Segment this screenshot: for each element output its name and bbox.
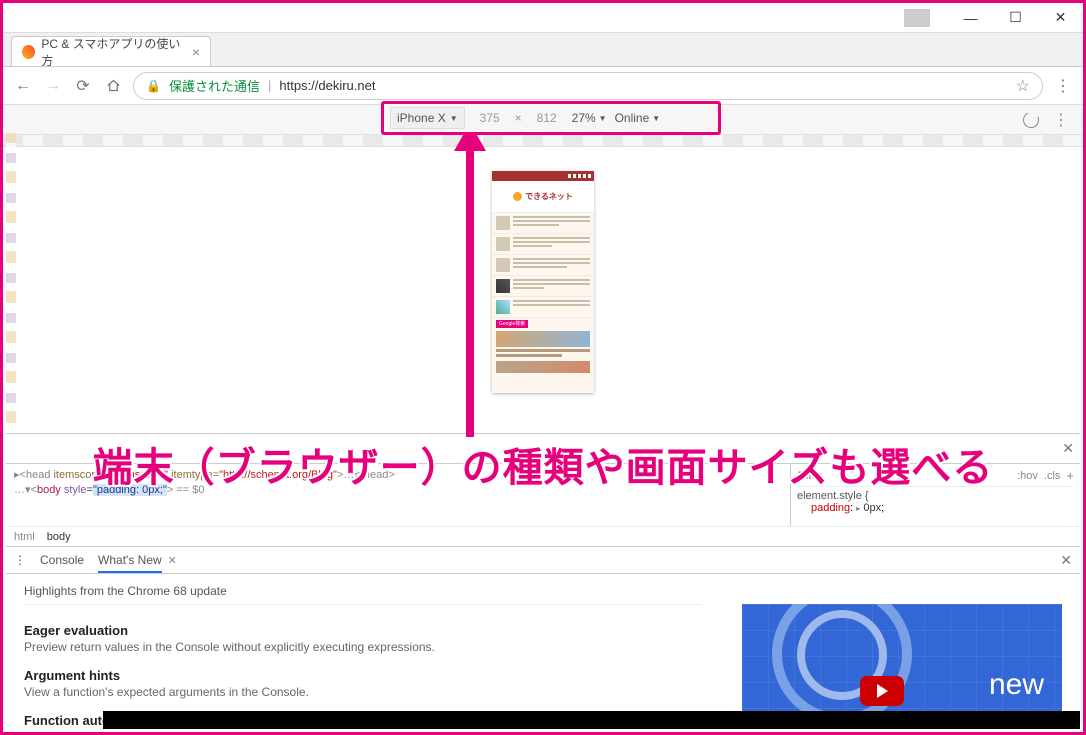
device-height-input[interactable]: 812 — [530, 111, 564, 125]
browser-menu-button[interactable]: ⋮ — [1053, 76, 1073, 96]
favicon-icon — [22, 45, 35, 59]
reload-button[interactable]: ⟳ — [73, 76, 93, 96]
window-close-button[interactable]: ✕ — [1038, 3, 1083, 33]
whatsnew-headline: Highlights from the Chrome 68 update — [24, 584, 702, 605]
drawer-tab-console[interactable]: Console — [40, 553, 84, 567]
breadcrumb-html[interactable]: html — [14, 531, 35, 543]
drawer-tab-whatsnew[interactable]: What's New — [98, 553, 162, 573]
chevron-down-icon: ▼ — [599, 114, 607, 123]
phone-article-row — [492, 276, 594, 297]
network-select[interactable]: Online ▼ — [615, 111, 661, 125]
home-button[interactable] — [103, 76, 123, 96]
style-rule[interactable]: element.style { padding: ▸ 0px; — [797, 490, 1074, 514]
chevron-down-icon: ▼ — [652, 114, 660, 123]
secure-label: 保護された通信 — [169, 76, 260, 95]
browser-tabbar: PC & スマホアプリの使い方 × — [3, 33, 1083, 67]
lock-icon: 🔒 — [146, 79, 161, 93]
phone-article-row — [492, 297, 594, 318]
device-select[interactable]: iPhone X ▼ — [390, 107, 465, 129]
whatsnew-content: Highlights from the Chrome 68 update Eag… — [24, 584, 702, 719]
drawer-close-button[interactable]: ✕ — [1060, 552, 1072, 569]
phone-site-logo: できるネット — [492, 181, 594, 213]
device-toolbar-row: iPhone X ▼ 375 × 812 27% ▼ Online ▼ ⋮ — [3, 105, 1083, 135]
phone-featured — [492, 329, 594, 359]
whatsnew-video-thumb[interactable]: new — [742, 604, 1062, 714]
omnibox[interactable]: 🔒 保護された通信 | https://dekiru.net ☆ — [133, 72, 1043, 100]
rotate-icon[interactable] — [1021, 109, 1042, 130]
url-text: https://dekiru.net — [279, 78, 375, 93]
phone-article-row — [492, 213, 594, 234]
site-logo-text: できるネット — [525, 191, 573, 202]
device-toolbar: iPhone X ▼ 375 × 812 27% ▼ Online ▼ — [381, 101, 721, 135]
drawer-tabs: ⋮ Console What's New ✕ ✕ — [6, 546, 1080, 574]
address-bar: ← → ⟳ 🔒 保護された通信 | https://dekiru.net ☆ ⋮ — [3, 67, 1083, 105]
whatsnew-item: Argument hints View a function's expecte… — [24, 668, 702, 699]
forward-button: → — [43, 76, 63, 96]
phone-tag: Google検索 — [492, 318, 594, 329]
device-toolbar-right: ⋮ — [1023, 110, 1069, 130]
drawer-body: Highlights from the Chrome 68 update Eag… — [6, 574, 1080, 729]
chevron-right-icon[interactable]: ▸ — [856, 504, 860, 513]
tab-title: PC & スマホアプリの使い方 — [41, 35, 185, 69]
phone-preview[interactable]: できるネット Google検索 — [492, 171, 594, 393]
video-label: new — [989, 668, 1044, 702]
window-minimize-button[interactable]: — — [948, 3, 993, 33]
left-edge-decoration — [6, 133, 16, 423]
dimension-x: × — [515, 111, 522, 125]
titlebar-placeholder — [904, 9, 930, 27]
zoom-value: 27% — [572, 111, 596, 125]
bottom-blackbar — [103, 711, 1080, 729]
chevron-down-icon: ▼ — [450, 114, 458, 123]
elements-breadcrumb: html body — [6, 526, 1080, 546]
play-icon — [860, 676, 904, 706]
divider: | — [268, 78, 271, 93]
drawer-tab-close-icon[interactable]: ✕ — [168, 554, 177, 567]
window-maximize-button[interactable]: ☐ — [993, 3, 1038, 33]
phone-article-row — [492, 255, 594, 276]
device-width-input[interactable]: 375 — [473, 111, 507, 125]
phone-article-row — [492, 234, 594, 255]
annotation-arrow — [461, 123, 479, 433]
whatsnew-item: Eager evaluation Preview return values i… — [24, 623, 702, 654]
site-logo-icon — [513, 192, 522, 201]
zoom-select[interactable]: 27% ▼ — [572, 111, 607, 125]
phone-footer-img — [496, 361, 590, 373]
bookmark-star-icon[interactable]: ☆ — [1016, 76, 1030, 96]
network-value: Online — [615, 111, 650, 125]
annotation-text: 端末（ブラウザー）の種類や画面サイズも選べる — [93, 446, 994, 490]
device-name: iPhone X — [397, 111, 446, 125]
breadcrumb-body[interactable]: body — [47, 531, 71, 543]
browser-tab[interactable]: PC & スマホアプリの使い方 × — [11, 36, 211, 66]
phone-statusbar — [492, 171, 594, 181]
viewport-area: できるネット Google検索 — [3, 147, 1083, 457]
drawer-menu-icon[interactable]: ⋮ — [14, 553, 26, 567]
annotation-callout: 端末（ブラウザー）の種類や画面サイズも選べる — [13, 435, 1073, 493]
tab-close-icon[interactable]: × — [192, 44, 200, 60]
device-toolbar-menu[interactable]: ⋮ — [1053, 110, 1069, 130]
back-button[interactable]: ← — [13, 76, 33, 96]
window-titlebar: — ☐ ✕ — [3, 3, 1083, 33]
ruler — [3, 135, 1083, 147]
